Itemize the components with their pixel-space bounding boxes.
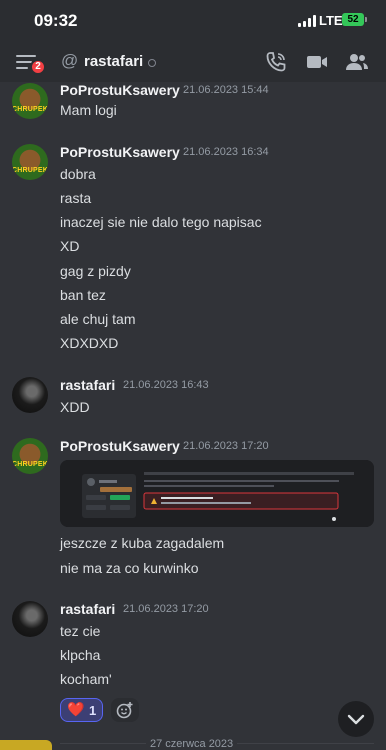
add-emoji-icon — [116, 702, 133, 719]
author-name[interactable]: PoProstuKsawery — [60, 144, 180, 160]
message-text: ale chuj tam — [60, 311, 136, 327]
heart-icon: ❤️ — [67, 701, 85, 717]
message-text: XDXDXD — [60, 335, 119, 351]
timestamp: 21.06.2023 16:34 — [183, 146, 269, 158]
date-label: 27 czerwca 2023 — [146, 738, 238, 750]
video-icon[interactable] — [305, 50, 329, 74]
message-text: jeszcze z kuba zagadalem — [60, 535, 225, 551]
message-text: XD — [60, 238, 80, 254]
message-text: tez cie — [60, 623, 101, 639]
avatar[interactable]: CHRUPEK — [12, 144, 48, 180]
channel-header: 2 @ rastafari — [0, 42, 386, 82]
avatar[interactable]: CHRUPEK — [12, 83, 48, 119]
battery-icon: 52 — [342, 13, 364, 26]
message-text: rasta — [60, 190, 92, 206]
author-name[interactable]: rastafari — [60, 377, 115, 393]
message-text: Mam logi — [60, 102, 117, 118]
avatar[interactable] — [12, 601, 48, 637]
offline-status-icon — [148, 59, 156, 67]
battery-tip — [365, 17, 367, 22]
timestamp: 21.06.2023 15:44 — [183, 84, 269, 96]
message-text: nie ma za co kurwinko — [60, 560, 199, 576]
author-name[interactable]: rastafari — [60, 601, 115, 617]
timestamp: 21.06.2023 17:20 — [183, 440, 269, 452]
message-text: dobra — [60, 166, 96, 182]
author-name[interactable]: PoProstuKsawery — [60, 438, 180, 454]
reaction-count: 1 — [89, 703, 97, 718]
signal-icon — [298, 15, 316, 27]
clock: 09:32 — [34, 11, 78, 30]
message-text: kocham' — [60, 671, 112, 687]
chevron-down-icon — [347, 714, 365, 725]
timestamp: 21.06.2023 17:20 — [123, 603, 209, 615]
date-divider: 27 czerwca 2023 — [0, 736, 386, 750]
avatar[interactable] — [12, 377, 48, 413]
jump-to-present-button[interactable] — [338, 701, 374, 737]
call-icon[interactable] — [264, 50, 288, 74]
reaction-heart[interactable]: ❤️ 1 — [60, 698, 103, 722]
message-text: klpcha — [60, 647, 101, 663]
add-reaction-button[interactable] — [111, 698, 139, 722]
author-name[interactable]: PoProstuKsawery — [60, 82, 180, 98]
avatar[interactable]: CHRUPEK — [12, 438, 48, 474]
members-icon[interactable] — [345, 50, 369, 74]
message-text: inaczej sie nie dalo tego napisac — [60, 214, 262, 230]
network-label: LTE — [319, 13, 343, 28]
notification-badge: 2 — [30, 59, 46, 75]
image-attachment[interactable] — [60, 460, 374, 527]
message-text: XDD — [60, 399, 90, 415]
status-bar: 09:32 LTE 52 — [0, 0, 386, 42]
timestamp: 21.06.2023 16:43 — [123, 379, 209, 391]
yellow-tab — [0, 740, 52, 750]
at-icon: @ — [61, 51, 79, 70]
channel-name[interactable]: rastafari — [84, 53, 143, 70]
screenshot-thumbnail — [60, 460, 374, 527]
message-text: gag z pizdy — [60, 263, 131, 279]
message-text: ban tez — [60, 287, 106, 303]
